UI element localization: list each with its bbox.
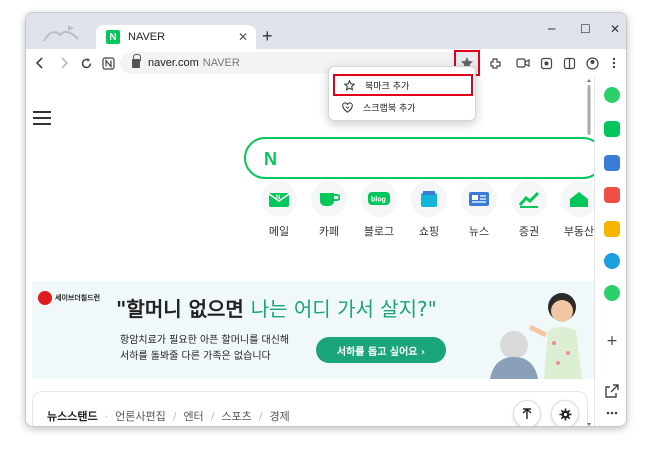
alarm-icon[interactable]	[604, 121, 620, 137]
service-label: 블로그	[363, 225, 395, 238]
new-tab-button[interactable]: +	[262, 27, 273, 45]
tab-press-edit[interactable]: 언론사편집	[115, 408, 166, 424]
cafe-icon	[320, 193, 340, 206]
split-view-icon[interactable]	[561, 55, 577, 71]
bookmark-dropdown-menu: 북마크 추가 스크랩북 추가	[328, 66, 476, 121]
page-scrollbar[interactable]	[586, 77, 592, 427]
browser-window: N NAVER ✕ + ─ ☐ ✕ naver.com NAVER N N 메일…	[25, 12, 627, 427]
service-label: 쇼핑	[418, 225, 440, 238]
mail-icon: N	[268, 193, 290, 207]
tab-economy[interactable]: 경제	[270, 408, 290, 424]
newsstand-panel: 뉴스스탠드 · 언론사편집 / 엔터 / 스포츠 / 경제	[32, 391, 588, 426]
service-cafe[interactable]: 카페	[305, 181, 353, 239]
svg-text:N: N	[276, 195, 280, 201]
star-icon	[343, 79, 355, 91]
whale-sidebar-icon[interactable]	[604, 87, 620, 103]
tab-naver[interactable]: N NAVER ✕	[96, 25, 256, 49]
banner-headline: "할머니 없으면 나는 어디 가서 살지?"	[116, 297, 437, 321]
lock-icon	[132, 53, 141, 68]
more-menu-icon[interactable]	[606, 55, 622, 71]
wallet-icon[interactable]	[604, 155, 620, 171]
gear-icon	[559, 408, 571, 420]
service-blog[interactable]: blog 블로그	[355, 181, 403, 239]
favorites-icon[interactable]	[604, 221, 620, 237]
service-stock[interactable]: 증권	[505, 181, 553, 239]
url-page-title: NAVER	[202, 57, 240, 69]
hamburger-menu-icon[interactable]	[33, 111, 51, 125]
add-scrapbook-label: 스크랩북 추가	[363, 103, 416, 114]
add-scrapbook-item[interactable]: 스크랩북 추가	[333, 97, 473, 117]
window-close-button[interactable]: ✕	[610, 22, 620, 36]
pocket-icon[interactable]	[604, 187, 620, 203]
music-icon[interactable]	[604, 285, 620, 301]
capture-icon[interactable]	[538, 55, 554, 71]
stock-icon	[518, 191, 540, 208]
service-news[interactable]: 뉴스	[455, 181, 503, 239]
forward-arrow-icon[interactable]	[56, 55, 72, 71]
ad-banner[interactable]: 세이브더칠드런 "할머니 없으면 나는 어디 가서 살지?" 항암치료가 필요한…	[32, 281, 594, 379]
maximize-button[interactable]: ☐	[580, 22, 591, 36]
add-panel-icon[interactable]: +	[604, 333, 620, 349]
screen: N NAVER ✕ + ─ ☐ ✕ naver.com NAVER N N 메일…	[0, 0, 650, 457]
service-shopping[interactable]: 쇼핑	[405, 181, 453, 239]
tab-entertainment[interactable]: 엔터	[183, 408, 203, 424]
newsstand-tabs: 뉴스스탠드 · 언론사편집 / 엔터 / 스포츠 / 경제	[47, 408, 290, 424]
tab-newsstand[interactable]: 뉴스스탠드	[47, 408, 98, 424]
video-icon[interactable]	[515, 55, 531, 71]
sidebar-more-icon[interactable]	[604, 405, 620, 421]
scroll-top-button[interactable]	[513, 400, 541, 426]
service-mail[interactable]: N 메일	[255, 181, 303, 239]
settings-button[interactable]	[551, 400, 579, 426]
banner-logo: 세이브더칠드런	[38, 291, 100, 305]
extensions-icon[interactable]	[487, 55, 503, 71]
naver-logo: N	[264, 149, 277, 169]
reload-icon[interactable]	[78, 55, 94, 71]
edge-icon[interactable]	[604, 253, 620, 269]
add-bookmark-item[interactable]: 북마크 추가	[333, 74, 473, 96]
naver-favicon-icon: N	[106, 30, 120, 44]
service-label: 카페	[318, 225, 340, 238]
banner-subtext: 항암치료가 필요한 아픈 할머니를 대신해 서하를 돌봐줄 다른 가족은 없습니…	[120, 335, 290, 362]
arrow-up-icon	[522, 408, 532, 419]
open-external-icon[interactable]	[604, 383, 620, 399]
shopping-icon	[421, 191, 437, 207]
tab-title: NAVER	[128, 31, 166, 43]
back-arrow-icon[interactable]	[32, 55, 48, 71]
service-label: 메일	[268, 225, 290, 238]
home-naver-icon[interactable]	[100, 55, 116, 71]
svg-text:blog: blog	[371, 197, 386, 204]
add-bookmark-label: 북마크 추가	[365, 81, 410, 92]
toolbar: naver.com NAVER	[26, 49, 626, 77]
url-host: naver.com	[148, 57, 199, 69]
minimize-button[interactable]: ─	[548, 22, 555, 36]
tab-close-icon[interactable]: ✕	[238, 30, 248, 44]
tab-sports[interactable]: 스포츠	[221, 408, 251, 424]
service-label: 증권	[518, 225, 540, 238]
blog-icon: blog	[368, 192, 390, 205]
news-icon	[469, 192, 489, 206]
scrapbook-icon	[341, 101, 353, 113]
browser-sidebar: +	[594, 77, 626, 426]
profile-icon[interactable]	[584, 55, 600, 71]
title-bar: N NAVER ✕ + ─ ☐ ✕	[26, 13, 626, 49]
savethechildren-logo-icon	[38, 291, 52, 305]
donate-button[interactable]: 서하를 돕고 싶어요 ›	[316, 337, 446, 363]
theme-bird-icon	[43, 25, 79, 42]
naver-page: N N 메일 카페 blog 블로그 쇼핑 뉴스 증권 부동산 세이브더칠드런 …	[26, 77, 594, 426]
search-box[interactable]: N	[244, 137, 594, 179]
grandmother-child-photo	[490, 293, 582, 379]
service-label: 뉴스	[468, 225, 490, 238]
